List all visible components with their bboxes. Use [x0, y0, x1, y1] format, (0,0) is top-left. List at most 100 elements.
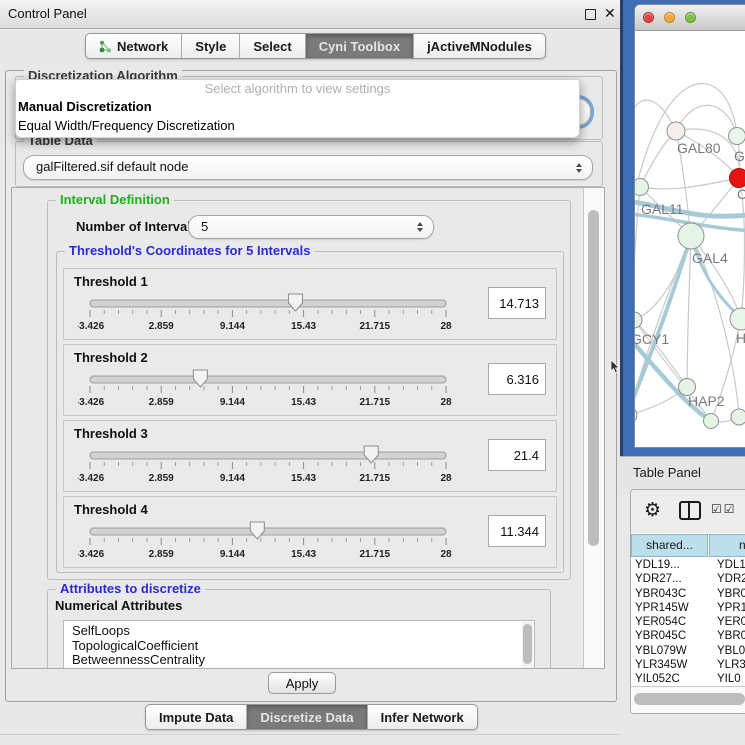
list-scrollbar-thumb[interactable] — [523, 624, 532, 664]
tab-cyni-toolbox[interactable]: Cyni Toolbox — [306, 34, 414, 58]
threshold-slider-area[interactable]: -3.4262.8599.14415.4321.71528 — [78, 367, 458, 411]
horizontal-scrollbar-thumb[interactable] — [634, 693, 745, 705]
table-cell[interactable]: YLR345W — [631, 658, 713, 672]
tab-select[interactable]: Select — [240, 34, 305, 58]
tab-impute-data[interactable]: Impute Data — [146, 705, 247, 729]
combo-stepper-icon[interactable] — [576, 163, 582, 173]
algorithm-option[interactable]: Manual Discretization — [16, 97, 579, 116]
tab-jactivemnodules[interactable]: jActiveMNodules — [414, 34, 545, 58]
table-cell[interactable]: YIL0 — [713, 672, 741, 686]
threshold-slider-area[interactable]: -3.4262.8599.14415.4321.71528 — [78, 291, 458, 335]
vertical-scrollbar[interactable] — [583, 188, 604, 668]
numerical-attributes-list[interactable]: SelfLoopsTopologicalCoefficientBetweenne… — [63, 620, 535, 669]
table-cell[interactable]: YER0 — [713, 615, 745, 629]
threshold-slider[interactable]: -3.4262.8599.14415.4321.71528 — [78, 291, 458, 335]
table-cell[interactable]: YDL19... — [631, 558, 713, 572]
attribute-list-item[interactable]: TopologicalCoefficient — [64, 639, 534, 654]
table-cell[interactable]: YIL052C — [631, 672, 713, 686]
slider-thumb[interactable] — [288, 294, 302, 311]
combo-stepper-icon[interactable] — [417, 222, 423, 232]
slider-thumb[interactable] — [364, 446, 378, 463]
table-cell[interactable]: YDR27... — [631, 572, 713, 586]
close-traffic-light-icon[interactable] — [643, 12, 654, 23]
network-canvas[interactable]: GAL80GACGAL11GAL4GCY1HHAP2 — [635, 31, 745, 447]
interval-definition-group: Interval Definition Number of Intervals … — [47, 200, 571, 580]
table-cell[interactable]: YBL0 — [713, 644, 745, 658]
network-edge[interactable] — [640, 178, 739, 189]
table-cell[interactable]: YBL079W — [631, 644, 713, 658]
svg-text:-3.426: -3.426 — [78, 473, 105, 484]
table-cell[interactable]: YBR0 — [713, 587, 745, 601]
threshold-slider[interactable]: -3.4262.8599.14415.4321.71528 — [78, 367, 458, 411]
table-cell[interactable]: YPR145W — [631, 601, 713, 615]
column-layout-icon[interactable] — [679, 501, 701, 520]
table-cell[interactable]: YBR045C — [631, 629, 713, 643]
select-columns-icon[interactable]: ☑☑ — [711, 502, 737, 516]
table-cell[interactable]: YER054C — [631, 615, 713, 629]
network-edge[interactable] — [691, 236, 741, 319]
tab-discretize-data[interactable]: Discretize Data — [247, 705, 367, 729]
table-cell[interactable]: YPR1 — [713, 601, 745, 615]
threshold-slider[interactable]: -3.4262.8599.14415.4321.71528 — [78, 443, 458, 487]
threshold-value-field[interactable]: 21.4 — [488, 439, 546, 471]
table-row[interactable]: YDR27...YDR2 — [631, 572, 745, 586]
list-scrollbar[interactable] — [522, 622, 533, 669]
attributes-group: Attributes to discretize Numerical Attri… — [47, 589, 551, 669]
number-of-intervals-combobox[interactable]: 5 — [188, 215, 434, 239]
network-edge[interactable] — [687, 236, 691, 387]
network-node[interactable] — [730, 169, 745, 188]
threshold-slider-area[interactable]: -3.4262.8599.14415.4321.71528 — [78, 519, 458, 563]
threshold-value-field[interactable]: 14.713 — [488, 287, 546, 319]
vertical-scrollbar-thumb[interactable] — [588, 210, 599, 546]
slider-thumb[interactable] — [193, 370, 207, 387]
network-node-label: GAL4 — [692, 250, 728, 266]
table-row[interactable]: YLR345WYLR3 — [631, 658, 745, 672]
tab-network[interactable]: Network — [86, 34, 182, 58]
table-row[interactable]: YPR145WYPR1 — [631, 601, 745, 615]
table-cell[interactable]: YDL1 — [713, 558, 745, 572]
network-edge[interactable] — [640, 131, 676, 187]
network-node[interactable] — [635, 179, 649, 196]
network-node[interactable] — [704, 414, 719, 429]
table-data-value: galFiltered.sif default node — [36, 156, 188, 178]
table-cell[interactable]: YDR2 — [713, 572, 745, 586]
horizontal-scrollbar[interactable] — [631, 686, 745, 714]
network-edge-highlighted[interactable] — [691, 236, 741, 319]
network-node[interactable] — [667, 122, 685, 140]
tab-infer-network[interactable]: Infer Network — [368, 705, 477, 729]
table-cell[interactable]: YLR3 — [713, 658, 745, 672]
tab-style[interactable]: Style — [182, 34, 240, 58]
threshold-slider-area[interactable]: -3.4262.8599.14415.4321.71528 — [78, 443, 458, 487]
network-node[interactable] — [729, 128, 745, 145]
network-graph[interactable]: GAL80GACGAL11GAL4GCY1HHAP2 — [635, 31, 745, 447]
network-node[interactable] — [635, 407, 637, 423]
threshold-value-field[interactable]: 11.344 — [488, 515, 546, 547]
attribute-list-item[interactable]: SelfLoops — [64, 624, 534, 639]
table-cell[interactable]: YBR043C — [631, 587, 713, 601]
float-window-icon[interactable] — [585, 9, 596, 20]
table-column-header[interactable]: name — [709, 534, 745, 557]
table-row[interactable]: YDL19...YDL1 — [631, 558, 745, 572]
network-node[interactable] — [731, 409, 745, 425]
table-row[interactable]: YER054CYER0 — [631, 615, 745, 629]
threshold-value-field[interactable]: 6.316 — [488, 363, 546, 395]
network-node[interactable] — [678, 223, 704, 249]
table-row[interactable]: YBL079WYBL0 — [631, 644, 745, 658]
settings-gear-icon[interactable]: ⚙ — [644, 498, 661, 524]
apply-button[interactable]: Apply — [268, 672, 336, 694]
table-column-header[interactable]: shared... — [631, 534, 708, 557]
threshold-slider[interactable]: -3.4262.8599.14415.4321.71528 — [78, 519, 458, 563]
table-row[interactable]: YBR043CYBR0 — [631, 587, 745, 601]
table-cell[interactable]: YBR0 — [713, 629, 745, 643]
attribute-list-item[interactable]: BetweennessCentrality — [64, 653, 534, 668]
network-node[interactable] — [635, 312, 642, 328]
close-icon[interactable]: ✕ — [604, 5, 616, 22]
slider-thumb[interactable] — [250, 522, 264, 539]
minimize-traffic-light-icon[interactable] — [664, 12, 675, 23]
svg-text:-3.426: -3.426 — [78, 549, 105, 560]
table-data-combobox[interactable]: galFiltered.sif default node — [23, 155, 593, 180]
zoom-traffic-light-icon[interactable] — [685, 12, 696, 23]
table-row[interactable]: YBR045CYBR0 — [631, 629, 745, 643]
algorithm-option[interactable]: Equal Width/Frequency Discretization — [16, 116, 579, 135]
table-row[interactable]: YIL052CYIL0 — [631, 672, 745, 686]
